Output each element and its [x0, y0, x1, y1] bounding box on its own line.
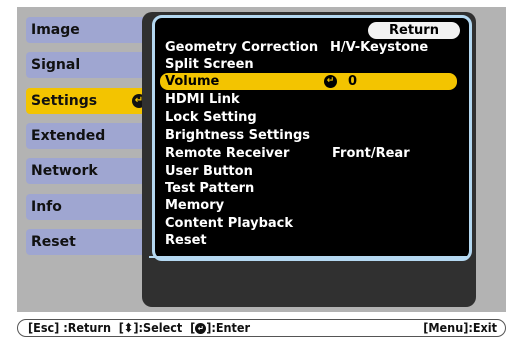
menu-row-value: H/V-Keystone — [330, 40, 429, 55]
menu-row-volume[interactable]: Volume ↵ 0 — [160, 73, 457, 90]
menu-row-label: Split Screen — [165, 57, 254, 72]
menu-row-memory[interactable]: Memory — [160, 197, 457, 214]
enter-icon: ↵ — [324, 75, 337, 88]
menu-row-value: Front/Rear — [332, 146, 410, 161]
menu-row-user-button[interactable]: User Button — [160, 163, 457, 180]
menu-row-label: Content Playback — [165, 216, 294, 231]
menu-row-test-pattern[interactable]: Test Pattern — [160, 180, 457, 197]
menu-row-label: Reset — [165, 233, 207, 248]
menu-row-brightness-settings[interactable]: Brightness Settings — [160, 127, 457, 144]
menu-row-label: Memory — [165, 198, 225, 213]
sidebar-item-settings[interactable]: Settings ↵ — [26, 88, 149, 114]
menu-row-label: Lock Setting — [165, 110, 257, 125]
menu-row-label: Volume — [165, 74, 220, 89]
sidebar-item-label: Info — [31, 199, 62, 215]
menu-row-hdmi-link[interactable]: HDMI Link — [160, 91, 457, 108]
sidebar-item-label: Network — [31, 163, 98, 179]
sidebar-item-image[interactable]: Image — [26, 17, 150, 43]
help-bar-keys: [Esc] :Return [⬍]:Select [↵]:Enter — [28, 320, 250, 336]
sidebar-item-reset[interactable]: Reset — [26, 229, 150, 255]
sidebar-item-signal[interactable]: Signal — [26, 52, 150, 78]
sidebar-item-network[interactable]: Network — [26, 158, 150, 184]
menu-row-reset[interactable]: Reset — [160, 232, 457, 249]
menu-row-split-screen[interactable]: Split Screen — [160, 56, 457, 73]
menu-row-label: Geometry Correction — [165, 40, 319, 55]
menu-row-label: User Button — [165, 164, 253, 179]
menu-row-content-playback[interactable]: Content Playback — [160, 215, 457, 232]
sidebar-item-info[interactable]: Info — [26, 194, 150, 220]
sidebar-item-extended[interactable]: Extended — [26, 123, 150, 149]
menu-row-lock-setting[interactable]: Lock Setting — [160, 109, 457, 126]
frame-underline — [149, 256, 469, 258]
menu-row-remote-receiver[interactable]: Remote Receiver Front/Rear — [160, 145, 457, 162]
sidebar-item-label: Reset — [31, 234, 76, 250]
menu-row-label: Test Pattern — [165, 181, 255, 196]
help-bar: [Esc] :Return [⬍]:Select [↵]:Enter [Menu… — [17, 319, 506, 337]
sidebar-item-label: Signal — [31, 57, 81, 73]
menu-row-value: 0 — [348, 74, 358, 89]
sidebar-item-label: Settings — [31, 93, 98, 109]
menu-row-geometry-correction[interactable]: Geometry Correction H/V-Keystone — [160, 39, 457, 56]
menu-row-label: HDMI Link — [165, 92, 240, 107]
sidebar-item-label: Image — [31, 22, 80, 38]
enter-icon: ↵ — [195, 323, 207, 334]
enter-hint-suffix: ]:Enter — [206, 320, 251, 335]
sidebar-item-label: Extended — [31, 128, 106, 144]
menu-row-label: Brightness Settings — [165, 128, 310, 143]
menu-row-label: Remote Receiver — [165, 146, 290, 161]
esc-return-hint: [Esc] :Return — [28, 320, 111, 335]
return-button[interactable]: Return — [368, 22, 460, 39]
menu-exit-hint: [Menu]:Exit — [423, 320, 497, 335]
select-hint: [⬍]:Select — [118, 320, 183, 335]
